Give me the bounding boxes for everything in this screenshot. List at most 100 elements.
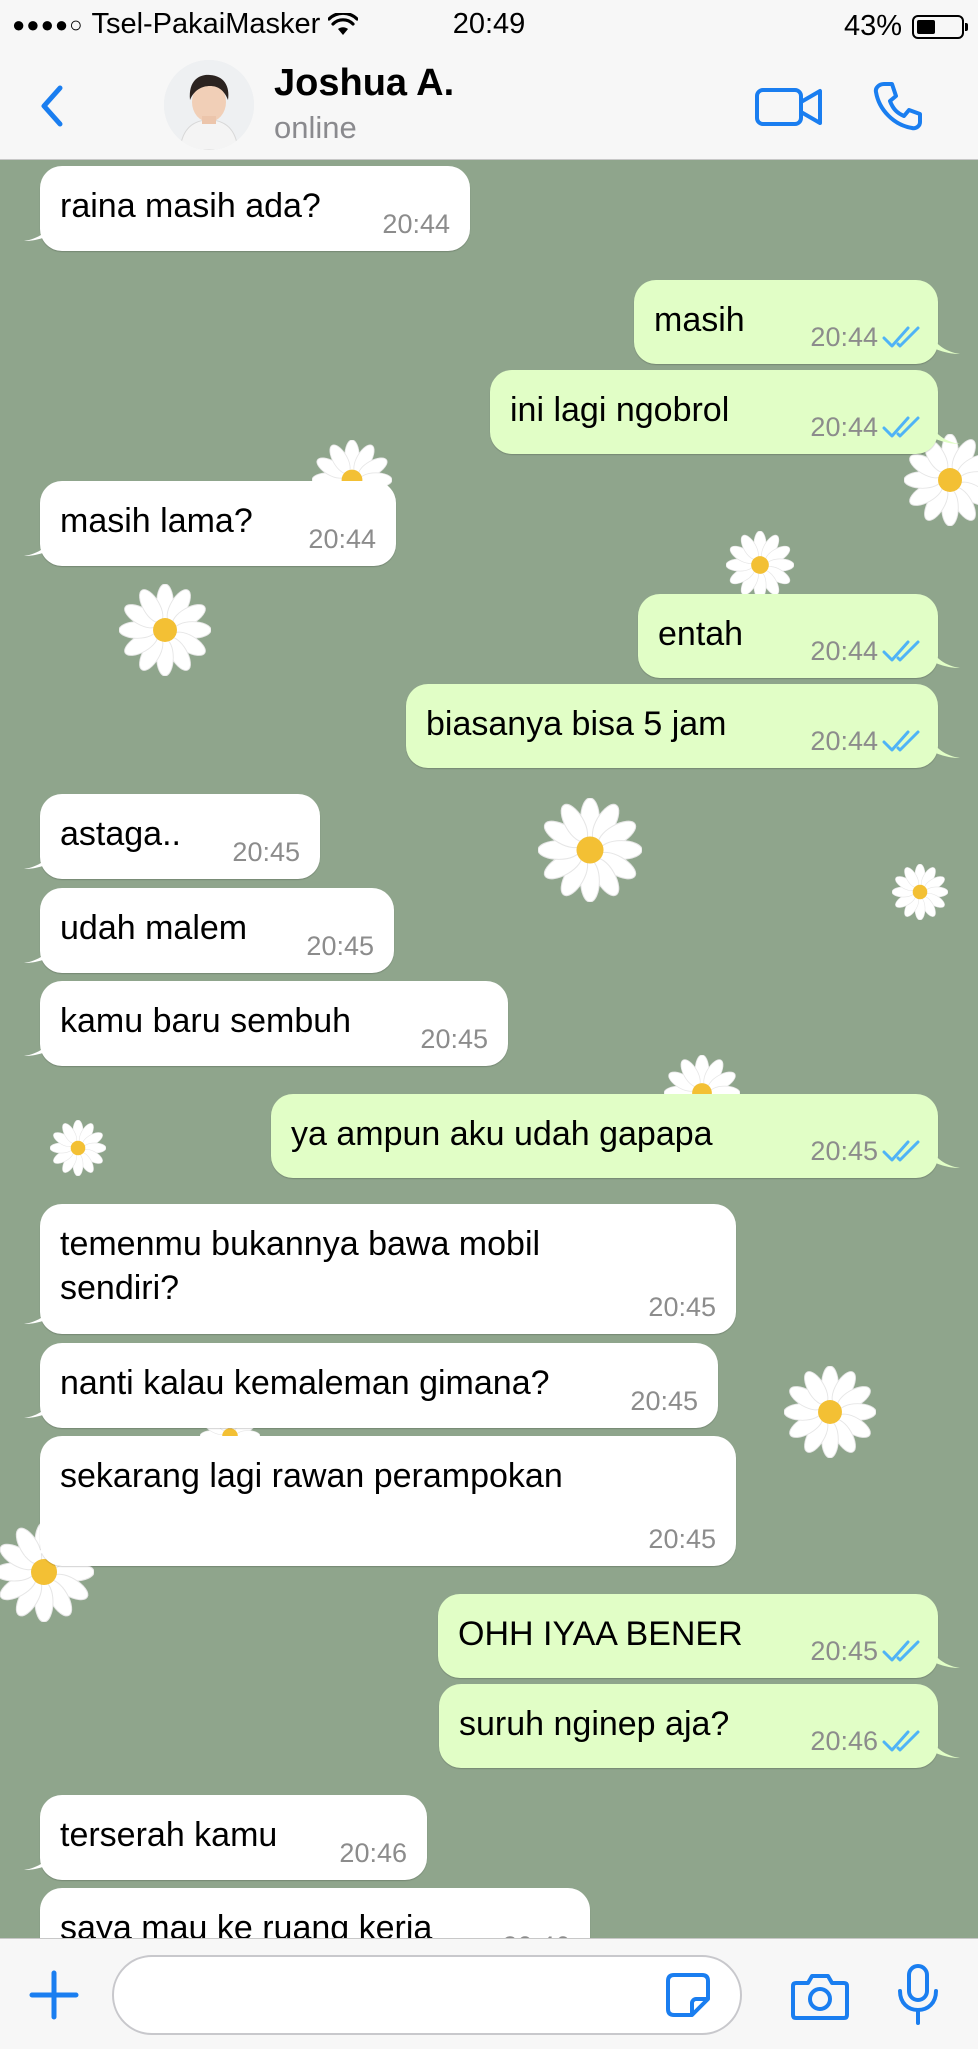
- attach-plus-button[interactable]: [28, 1969, 80, 2021]
- bubble-tail: [24, 941, 54, 963]
- message-text: masih lama?: [60, 502, 253, 540]
- bubble-tail: [930, 422, 960, 444]
- outgoing-message-bubble[interactable]: masih 20:44: [634, 280, 960, 364]
- message-time: 20:45: [648, 1524, 716, 1554]
- message-text: masih: [654, 301, 745, 339]
- bubble-tail: [24, 847, 54, 869]
- daisy-flower-icon: [784, 1366, 876, 1458]
- message-time: 20:45: [648, 1292, 716, 1322]
- incoming-message-bubble[interactable]: saya mau ke ruang kerja 20:46: [40, 1888, 590, 1938]
- read-receipt-icon: [882, 1140, 920, 1162]
- incoming-message-bubble[interactable]: astaga.. 20:45: [24, 794, 320, 879]
- incoming-message-bubble[interactable]: kamu baru sembuh 20:45: [24, 981, 508, 1066]
- daisy-flower-icon: [50, 1120, 106, 1176]
- outgoing-message-bubble[interactable]: ya ampun aku udah gapapa 20:45: [271, 1094, 960, 1178]
- message-time: 20:44: [810, 322, 878, 352]
- back-button[interactable]: [30, 76, 74, 136]
- message-text: biasanya bisa 5 jam: [426, 705, 727, 743]
- incoming-message-bubble[interactable]: raina masih ada? 20:44: [24, 166, 470, 251]
- outgoing-message-bubble[interactable]: suruh nginep aja? 20:46: [439, 1684, 960, 1768]
- read-receipt-icon: [882, 730, 920, 752]
- message-time: 20:44: [810, 726, 878, 756]
- message-time: 20:45: [232, 837, 300, 867]
- incoming-message-bubble[interactable]: masih lama? 20:44: [24, 481, 396, 566]
- bubble-tail: [930, 1146, 960, 1168]
- read-receipt-icon: [882, 416, 920, 438]
- avatar[interactable]: [164, 60, 254, 150]
- bubble-tail: [930, 332, 960, 354]
- status-right: 43%: [843, 10, 968, 43]
- message-time: 20:45: [420, 1024, 488, 1054]
- message-time: 20:44: [810, 412, 878, 442]
- incoming-message-bubble[interactable]: udah malem 20:45: [24, 888, 394, 973]
- message-time: 20:44: [810, 636, 878, 666]
- sticker-button[interactable]: [664, 1971, 712, 2019]
- bubble-tail: [930, 1646, 960, 1668]
- bubble-tail: [24, 1396, 54, 1418]
- daisy-flower-icon: [726, 531, 794, 599]
- message-text: ini lagi ngobrol: [510, 391, 730, 429]
- contact-name[interactable]: Joshua A.: [274, 62, 454, 105]
- input-bar: [0, 1938, 978, 2049]
- bubble-tail: [24, 1534, 54, 1556]
- message-text: suruh nginep aja?: [459, 1705, 730, 1743]
- battery-icon: [912, 14, 968, 39]
- avatar-image: [164, 60, 254, 150]
- message-input[interactable]: [112, 1955, 742, 2035]
- incoming-message-bubble[interactable]: nanti kalau kemaleman gimana? 20:45: [24, 1343, 718, 1428]
- incoming-message-bubble[interactable]: temenmu bukannya bawa mobil sendiri? 20:4…: [24, 1204, 736, 1334]
- message-time: 20:45: [810, 1136, 878, 1166]
- message-text: nanti kalau kemaleman gimana?: [60, 1364, 550, 1402]
- daisy-flower-icon: [538, 798, 642, 902]
- message-text: ya ampun aku udah gapapa: [291, 1115, 713, 1153]
- message-text: temenmu bukannya bawa mobil sendiri?: [60, 1225, 541, 1307]
- bubble-tail: [24, 534, 54, 556]
- message-time: 20:45: [630, 1386, 698, 1416]
- status-bar: ●●●●○ Tsel-PakaiMasker 20:49 43%: [0, 0, 978, 52]
- message-text: entah: [658, 615, 744, 653]
- camera-button[interactable]: [790, 1971, 850, 2021]
- message-time: 20:44: [308, 524, 376, 554]
- status-time: 20:49: [452, 8, 526, 40]
- bubble-tail: [930, 1736, 960, 1758]
- outgoing-message-bubble[interactable]: biasanya bisa 5 jam 20:44: [406, 684, 960, 768]
- message-text: astaga..: [60, 815, 181, 853]
- bubble-tail: [930, 646, 960, 668]
- message-time: 20:46: [810, 1726, 878, 1756]
- contact-status: online: [274, 110, 357, 145]
- message-text: kamu baru sembuh: [60, 1002, 352, 1040]
- message-time: 20:46: [502, 1931, 570, 1938]
- microphone-button[interactable]: [894, 1963, 942, 2027]
- chat-area[interactable]: raina masih ada? 20:44 masih 20:44 ini lagi …: [0, 160, 978, 1938]
- message-time: 20:44: [382, 209, 450, 239]
- message-text: saya mau ke ruang kerja: [60, 1909, 433, 1938]
- incoming-message-bubble[interactable]: terserah kamu 20:46: [24, 1795, 427, 1880]
- battery-level: [917, 19, 935, 34]
- message-text: raina masih ada?: [60, 187, 321, 225]
- daisy-flower-icon: [119, 584, 211, 676]
- message-text: terserah kamu: [60, 1816, 278, 1854]
- read-receipt-icon: [882, 1730, 920, 1752]
- bubble-tail: [24, 219, 54, 241]
- bubble-tail: [24, 1034, 54, 1056]
- outgoing-message-bubble[interactable]: ini lagi ngobrol 20:44: [490, 370, 960, 454]
- message-text: sekarang lagi rawan perampokan: [60, 1457, 563, 1495]
- incoming-message-bubble[interactable]: sekarang lagi rawan perampokan 20:45: [24, 1436, 736, 1566]
- message-time: 20:45: [306, 931, 374, 961]
- read-receipt-icon: [882, 640, 920, 662]
- read-receipt-icon: [882, 326, 920, 348]
- message-time: 20:45: [810, 1636, 878, 1666]
- voice-call-button[interactable]: [870, 78, 926, 134]
- bubble-tail: [24, 1302, 54, 1324]
- outgoing-message-bubble[interactable]: OHH IYAA BENER 20:45: [438, 1594, 960, 1678]
- read-receipt-icon: [882, 1640, 920, 1662]
- message-text: OHH IYAA BENER: [458, 1615, 743, 1653]
- battery-percent: 43%: [843, 10, 902, 42]
- bubble-tail: [24, 1848, 54, 1870]
- message-time: 20:46: [339, 1838, 407, 1868]
- chat-header: Joshua A. online: [0, 52, 978, 160]
- outgoing-message-bubble[interactable]: entah 20:44: [638, 594, 960, 678]
- bubble-tail: [930, 736, 960, 758]
- video-call-button[interactable]: [754, 82, 824, 132]
- daisy-flower-icon: [892, 864, 948, 920]
